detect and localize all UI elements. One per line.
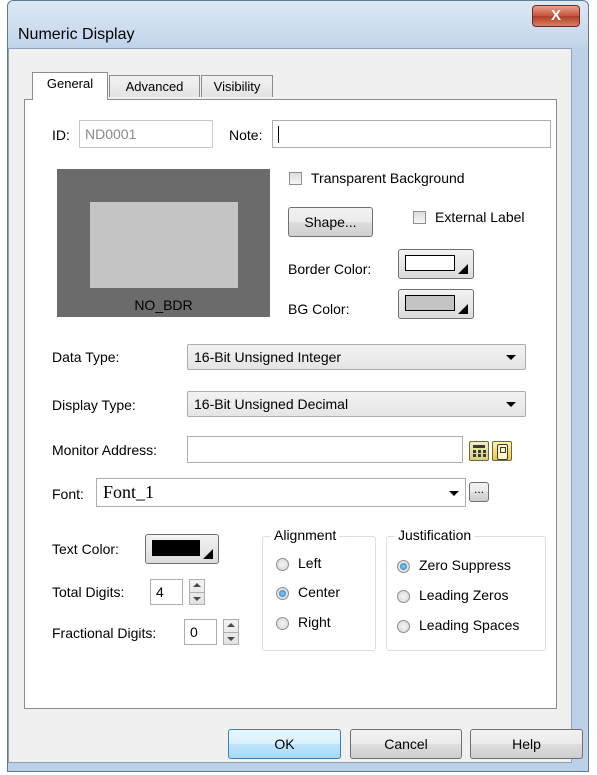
transparent-background-checkbox[interactable] — [289, 172, 302, 185]
alignment-right-radio[interactable] — [276, 617, 289, 630]
id-label: ID: — [52, 127, 70, 143]
id-value: ND0001 — [85, 126, 137, 142]
tab-advanced-label: Advanced — [125, 79, 184, 94]
shape-button[interactable]: Shape... — [288, 207, 373, 237]
chevron-down-icon — [506, 402, 516, 407]
spinner-divider — [190, 592, 204, 593]
help-button[interactable]: Help — [470, 729, 583, 759]
data-type-select[interactable]: 16-Bit Unsigned Integer — [187, 344, 526, 370]
data-type-value: 16-Bit Unsigned Integer — [194, 349, 342, 365]
transparent-background-label: Transparent Background — [311, 170, 465, 186]
chevron-down-icon — [506, 355, 516, 360]
total-digits-spinner[interactable] — [189, 579, 205, 605]
chevron-down-icon — [449, 491, 459, 496]
justification-leading-spaces-radio[interactable] — [397, 620, 410, 633]
alignment-right-label: Right — [298, 614, 331, 630]
text-color-button[interactable] — [145, 534, 219, 564]
display-type-select[interactable]: 16-Bit Unsigned Decimal — [187, 391, 526, 417]
alignment-left-label: Left — [298, 555, 322, 571]
external-label-label: External Label — [435, 209, 525, 225]
fractional-digits-label: Fractional Digits: — [52, 625, 157, 641]
fractional-digits-spinner[interactable] — [223, 619, 239, 645]
shape-preview: NO_BDR — [57, 169, 270, 317]
border-color-button[interactable] — [398, 249, 474, 279]
note-input[interactable] — [272, 120, 551, 148]
justification-leading-zeros-radio[interactable] — [397, 590, 410, 603]
external-label-checkbox[interactable] — [413, 211, 426, 224]
text-color-label: Text Color: — [52, 541, 119, 557]
spin-down-icon[interactable] — [227, 637, 235, 641]
id-field: ND0001 — [79, 120, 213, 148]
tag-browser-icon[interactable] — [492, 441, 512, 461]
dropdown-arrow-icon — [458, 304, 468, 314]
preview-inner-shape — [90, 202, 238, 288]
spinner-divider — [224, 632, 238, 633]
tab-general-label: General — [46, 76, 94, 91]
monitor-address-label: Monitor Address: — [52, 442, 158, 458]
justification-zero-suppress-label: Zero Suppress — [419, 557, 511, 573]
bg-color-label: BG Color: — [288, 301, 350, 317]
spin-up-icon[interactable] — [227, 623, 235, 627]
ok-button[interactable]: OK — [228, 729, 341, 759]
total-digits-value: 4 — [156, 584, 164, 600]
note-label: Note: — [229, 127, 263, 143]
preview-caption: NO_BDR — [134, 297, 193, 313]
title-bar: Numeric Display X — [8, 1, 588, 43]
calculator-icon[interactable] — [469, 441, 489, 461]
dropdown-arrow-icon — [458, 264, 468, 274]
font-browse-button[interactable]: ... — [469, 482, 489, 502]
justification-leading-zeros-label: Leading Zeros — [419, 587, 509, 603]
font-select[interactable]: Font_1 — [96, 478, 466, 507]
display-type-label: Display Type: — [52, 397, 136, 413]
spin-down-icon[interactable] — [193, 597, 201, 601]
border-color-swatch — [405, 255, 455, 271]
monitor-address-input[interactable] — [187, 436, 463, 463]
justification-zero-suppress-radio[interactable] — [397, 560, 410, 573]
close-icon: X — [550, 7, 561, 24]
total-digits-input[interactable]: 4 — [150, 579, 183, 605]
font-value: Font_1 — [103, 482, 155, 502]
border-color-label: Border Color: — [288, 261, 372, 277]
fractional-digits-value: 0 — [190, 624, 198, 640]
tab-visibility[interactable]: Visibility — [201, 75, 273, 97]
bg-color-button[interactable] — [398, 289, 474, 319]
justification-leading-spaces-label: Leading Spaces — [419, 617, 520, 633]
close-button[interactable]: X — [532, 5, 580, 27]
data-type-label: Data Type: — [52, 349, 120, 365]
cancel-button[interactable]: Cancel — [350, 729, 462, 759]
fractional-digits-input[interactable]: 0 — [184, 619, 217, 645]
justification-group-label: Justification — [395, 527, 475, 543]
dropdown-arrow-icon — [203, 549, 213, 559]
alignment-center-label: Center — [298, 584, 341, 600]
text-cursor — [278, 126, 279, 143]
text-color-swatch — [152, 540, 200, 556]
tab-advanced[interactable]: Advanced — [109, 75, 200, 97]
font-label: Font: — [52, 486, 84, 502]
bg-color-swatch — [405, 295, 455, 311]
window-title: Numeric Display — [18, 26, 135, 43]
spin-up-icon[interactable] — [193, 583, 201, 587]
tab-general[interactable]: General — [32, 72, 108, 100]
tab-visibility-label: Visibility — [213, 79, 261, 94]
display-type-value: 16-Bit Unsigned Decimal — [194, 396, 349, 412]
total-digits-label: Total Digits: — [52, 584, 125, 600]
alignment-center-radio[interactable] — [276, 587, 289, 600]
alignment-left-radio[interactable] — [276, 558, 289, 571]
alignment-group-label: Alignment — [271, 527, 340, 543]
